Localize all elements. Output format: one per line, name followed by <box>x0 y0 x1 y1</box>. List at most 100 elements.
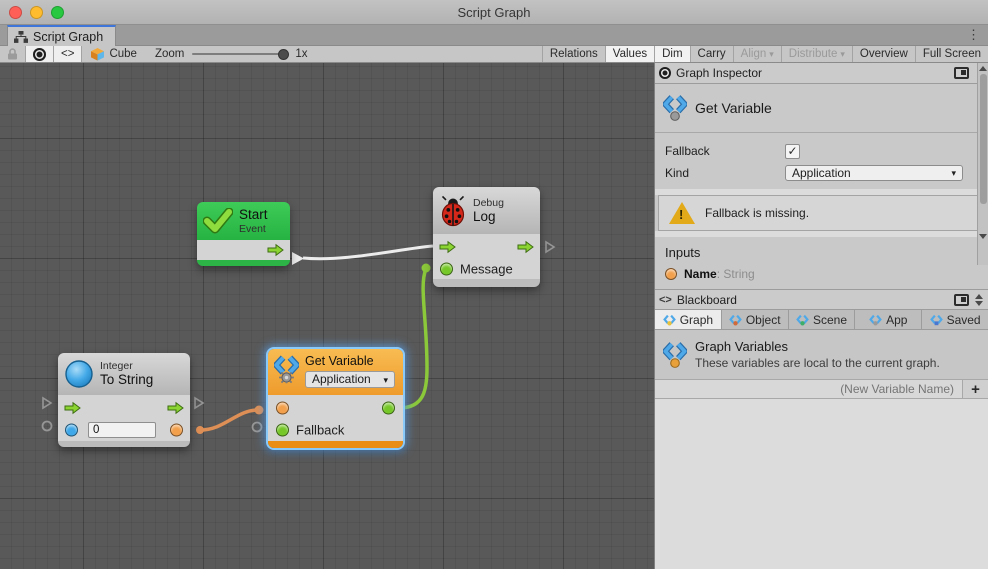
trigger-input-port[interactable] <box>439 241 456 254</box>
node-start-event[interactable]: Start Event <box>197 202 290 266</box>
warning-box: ! Fallback is missing. <box>658 195 985 231</box>
tab-graph[interactable]: Graph <box>655 310 722 329</box>
scroll-down-icon[interactable] <box>979 234 987 239</box>
graph-inspector-header[interactable]: Graph Inspector <box>655 63 988 84</box>
code-brackets-icon: <> <box>659 294 672 306</box>
unconnected-output-triangle[interactable] <box>543 240 557 254</box>
unconnected-input-triangle[interactable] <box>40 396 54 410</box>
input-name-row: Name: String <box>655 264 988 289</box>
message-input-port[interactable] <box>440 263 453 276</box>
variable-icon <box>663 94 687 122</box>
kind-dropdown[interactable]: Application ▾ <box>785 165 963 181</box>
more-options-icon[interactable]: ⋮ <box>967 27 980 43</box>
integer-type-icon <box>64 359 94 389</box>
zoom-slider-handle[interactable] <box>278 49 289 60</box>
titlebar: Script Graph <box>0 0 988 25</box>
wire-start-arrowhead <box>292 252 304 265</box>
toolbar-spacer <box>318 46 542 62</box>
record-dot-icon <box>33 48 46 61</box>
scrollbar-thumb[interactable] <box>980 74 987 204</box>
name-input-port[interactable] <box>276 402 289 415</box>
blackboard-title: Blackboard <box>677 293 949 307</box>
code-view-toggle-button[interactable]: <> <box>54 46 82 62</box>
control-wire <box>303 246 433 259</box>
panel-options-icon[interactable] <box>954 67 969 79</box>
warning-icon: ! <box>669 202 695 224</box>
panel-options-icon[interactable] <box>954 294 969 306</box>
variable-kind-dropdown[interactable]: Application ▾ <box>305 371 395 388</box>
trigger-output-port[interactable] <box>267 244 284 257</box>
blackboard-tabs: Graph Object Scene App Saved <box>655 310 988 330</box>
graph-dot-toggle-button[interactable] <box>26 46 54 62</box>
chevron-down-icon: ▾ <box>769 49 774 60</box>
inspector-scrollbar[interactable] <box>977 63 988 265</box>
graph-variables-icon <box>663 314 676 326</box>
dim-button[interactable]: Dim <box>655 46 690 62</box>
scroll-up-icon[interactable] <box>979 66 987 71</box>
fallback-checkbox[interactable]: ✓ <box>785 144 800 159</box>
relations-button[interactable]: Relations <box>542 46 606 62</box>
scroll-down-icon[interactable] <box>975 301 983 306</box>
string-output-port[interactable] <box>170 424 183 437</box>
saved-variables-icon <box>930 314 943 326</box>
unconnected-input-circle[interactable] <box>250 420 264 434</box>
tab-app[interactable]: App <box>855 310 922 329</box>
graph-owner-label: Cube <box>109 48 137 60</box>
tab-label: Script Graph <box>33 30 103 44</box>
chevron-down-icon: ▾ <box>951 168 956 179</box>
carry-button[interactable]: Carry <box>691 46 734 62</box>
app-window: Script Graph Script Graph ⋮ <> <box>0 0 988 569</box>
graph-canvas[interactable]: Start Event <box>0 63 654 569</box>
tab-label: Graph <box>680 313 713 327</box>
new-variable-input[interactable] <box>655 380 962 398</box>
node-debug-log[interactable]: Debug Log Message <box>433 187 540 287</box>
integer-input-port[interactable] <box>65 424 78 437</box>
values-button[interactable]: Values <box>606 46 655 62</box>
add-variable-button[interactable]: + <box>962 380 988 398</box>
node-title: To String <box>100 372 153 388</box>
ladybug-debug-icon <box>439 195 467 227</box>
string-port-icon <box>665 268 677 280</box>
unconnected-output-triangle[interactable] <box>192 396 206 410</box>
trigger-output-port[interactable] <box>167 402 184 415</box>
align-label: Align <box>741 48 767 60</box>
input-type: : String <box>717 267 755 281</box>
inputs-header: Inputs <box>655 237 988 264</box>
fallback-input-port[interactable] <box>276 424 289 437</box>
right-panel: Graph Inspector Get Variable Fallback ✓ <box>654 63 988 569</box>
integer-value-field[interactable] <box>88 422 156 438</box>
wires-layer <box>0 63 654 569</box>
unconnected-input-circle[interactable] <box>40 419 54 433</box>
value-wire <box>399 269 427 408</box>
fallback-label: Fallback <box>665 144 785 158</box>
inspected-unit-title: Get Variable <box>695 100 772 116</box>
lock-button[interactable] <box>0 46 26 62</box>
node-subtitle: Debug <box>473 197 504 209</box>
trigger-input-port[interactable] <box>64 402 81 415</box>
blackboard-header[interactable]: <> Blackboard <box>655 289 988 310</box>
inspected-unit-row: Get Variable <box>655 84 988 133</box>
string-wire-endpoint <box>196 426 204 434</box>
trigger-output-port[interactable] <box>517 241 534 254</box>
inspector-fields: Fallback ✓ Kind Application ▾ <box>655 133 988 189</box>
zoom-slider[interactable] <box>192 53 287 55</box>
node-integer-to-string[interactable]: Integer To String <box>58 353 190 447</box>
overview-button[interactable]: Overview <box>853 46 916 62</box>
graph-variables-section: Graph Variables These variables are loca… <box>655 330 988 379</box>
fullscreen-button[interactable]: Full Screen <box>916 46 988 62</box>
scroll-up-icon[interactable] <box>975 294 983 299</box>
tab-saved[interactable]: Saved <box>922 310 988 329</box>
distribute-button[interactable]: Distribute ▾ <box>782 46 853 62</box>
graph-owner-chip[interactable]: Cube <box>82 46 145 62</box>
value-output-port[interactable] <box>382 402 395 415</box>
inspector-icon <box>659 67 671 79</box>
chevron-down-icon: ▾ <box>840 49 845 60</box>
align-button[interactable]: Align ▾ <box>734 46 782 62</box>
chevron-down-icon: ▾ <box>383 375 388 385</box>
tab-object[interactable]: Object <box>722 310 789 329</box>
tab-script-graph[interactable]: Script Graph <box>7 25 116 46</box>
app-variables-icon <box>869 314 882 326</box>
node-get-variable[interactable]: Get Variable Application ▾ Fallback <box>268 349 403 448</box>
tab-scene[interactable]: Scene <box>789 310 856 329</box>
warning-area: ! Fallback is missing. <box>655 195 988 231</box>
